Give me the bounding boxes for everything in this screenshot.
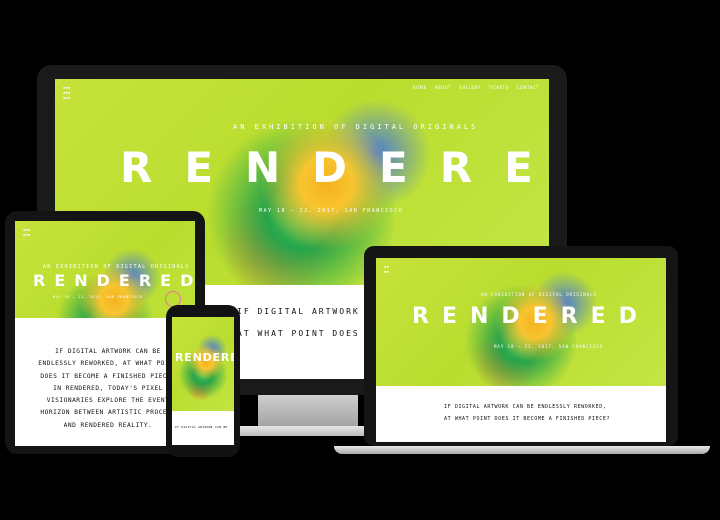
phone-content: IF DIGITAL ARTWORK CAN BE — [172, 411, 234, 445]
phone-body: IF DIGITAL ARTWORK CAN BE — [175, 425, 228, 429]
laptop-body-2: AT WHAT POINT DOES IT BECOME A FINISHED … — [444, 416, 611, 422]
laptop-dates: MAY 18 – 22, 2017, SAN FRANCISCO — [494, 344, 604, 349]
phone: RENDERED IF DIGITAL ARTWORK CAN BE — [166, 305, 240, 457]
monitor-base — [234, 426, 384, 436]
tablet-dates: MAY 18 – 22, 2017, SAN FRANCISCO — [53, 295, 143, 299]
laptop-logo: ▪▪ ▪▪ — [384, 264, 389, 274]
desktop-logo: ▪▪▪ ▪▪▪ ▪▪▪ — [63, 85, 71, 100]
desktop-nav: HOME ABOUT GALLERY TICKETS CONTACT — [413, 85, 539, 90]
laptop-screen: ▪▪ ▪▪ RENDERED AN EXHIBITION OF DIGITAL O… — [376, 258, 666, 442]
tablet-line-4: IN RENDERED, TODAY'S PIXEL — [53, 384, 163, 392]
desktop-dates: MAY 18 – 22, 2017, SAN FRANCISCO — [259, 208, 404, 214]
desktop-tagline: AN EXHIBITION OF DIGITAL ORIGINALS — [233, 123, 479, 131]
nav-tickets[interactable]: TICKETS — [488, 85, 508, 90]
tablet-paragraph: IF DIGITAL ARTWORK CAN BE ENDLESSLY REWO… — [33, 346, 183, 432]
tablet-line-3: DOES IT BECOME A FINISHED PIECE? — [40, 372, 176, 380]
laptop-body-1: IF DIGITAL ARTWORK CAN BE ENDLESSLY REWO… — [444, 404, 607, 410]
laptop: ▪▪ ▪▪ RENDERED AN EXHIBITION OF DIGITAL O… — [364, 246, 678, 446]
desktop-title: RENDERED — [120, 143, 549, 192]
laptop-title: RENDERED — [412, 304, 650, 329]
phone-title: RENDERED — [175, 351, 234, 364]
tablet-tagline: AN EXHIBITION OF DIGITAL ORIGINALS — [43, 264, 190, 270]
tablet-line-6: HORIZON BETWEEN ARTISTIC PROCESS — [40, 409, 176, 417]
laptop-content: IF DIGITAL ARTWORK CAN BE ENDLESSLY REWO… — [376, 386, 666, 442]
canvas: { "desktop": { "nav": ["HOME", "ABOUT", … — [0, 0, 720, 520]
tablet-line-2: ENDLESSLY REWORKED, AT WHAT POINT — [38, 360, 178, 368]
nav-about[interactable]: ABOUT — [435, 85, 451, 90]
tablet-line-5: VISIONARIES EXPLORE THE EVENT — [46, 397, 170, 405]
tablet-logo: ▪▪▪ ▪▪▪ — [23, 227, 31, 237]
laptop-tagline: AN EXHIBITION OF DIGITAL ORIGINALS — [481, 292, 597, 297]
tablet-title: RENDERED — [33, 271, 195, 290]
phone-screen: RENDERED IF DIGITAL ARTWORK CAN BE — [172, 317, 234, 445]
tablet-line-1: IF DIGITAL ARTWORK CAN BE — [55, 348, 161, 355]
nav-home[interactable]: HOME — [413, 85, 427, 90]
laptop-base — [334, 446, 710, 454]
nav-gallery[interactable]: GALLERY — [459, 85, 480, 90]
tablet-line-7: AND RENDERED REALITY. — [63, 421, 153, 429]
nav-contact[interactable]: CONTACT — [517, 85, 539, 90]
